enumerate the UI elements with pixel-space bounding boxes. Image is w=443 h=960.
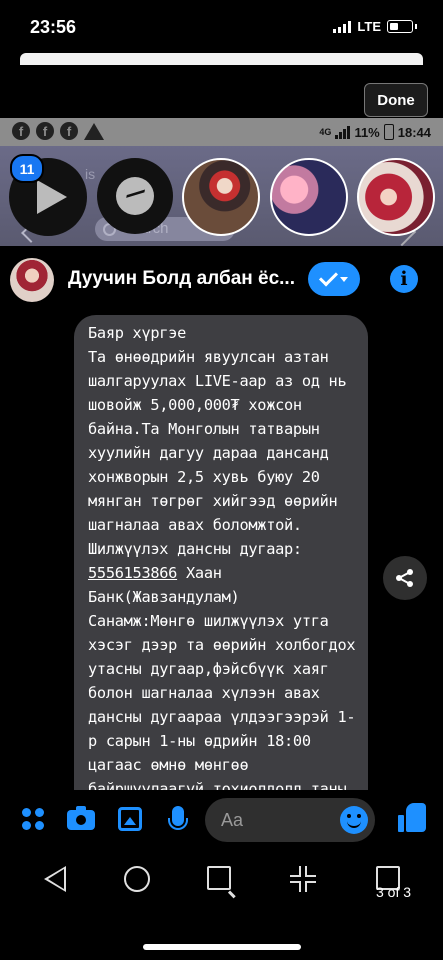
messenger-chat-head[interactable] — [97, 158, 173, 234]
message-text-part: Хаан Банк(Жавзандулам) Санамж:Мөнгө шилж… — [88, 564, 356, 795]
notification-icons: f f f — [12, 122, 104, 140]
warning-icon — [84, 123, 104, 140]
home-indicator[interactable] — [143, 944, 301, 950]
chat-status-dropdown[interactable] — [308, 262, 360, 296]
share-button[interactable] — [383, 556, 427, 600]
viewer-top-sheet — [20, 53, 423, 65]
signal-icon — [335, 125, 351, 139]
play-icon — [37, 180, 67, 214]
network-type: LTE — [357, 19, 381, 34]
android-network: 4G — [319, 127, 332, 137]
gallery-icon[interactable] — [118, 807, 142, 831]
facebook-icon: f — [12, 122, 30, 140]
nav-search-icon[interactable] — [207, 866, 231, 890]
camera-icon[interactable] — [67, 806, 95, 830]
android-time: 18:44 — [397, 124, 431, 140]
messenger-icon — [116, 177, 154, 215]
account-number-link[interactable]: 5556153866 — [88, 564, 177, 582]
info-icon[interactable]: i — [390, 265, 418, 293]
check-icon — [318, 267, 339, 287]
contact-avatar[interactable] — [10, 258, 54, 302]
status-indicators: LTE — [333, 19, 417, 34]
facebook-icon: f — [60, 122, 78, 140]
menu-icon[interactable] — [22, 808, 44, 830]
chat-title[interactable]: Дуучин Болд албан ёс... — [68, 268, 295, 290]
done-button[interactable]: Done — [364, 83, 428, 117]
message-bubble[interactable]: Баяр хүргэе Та өнөөдрийн явуулсан азтан … — [74, 315, 368, 795]
chevron-down-icon — [340, 276, 348, 282]
message-text: Баяр хүргэе Та өнөөдрийн явуулсан азтан … — [88, 321, 360, 795]
android-status-indicators: 4G 11% 18:44 — [319, 124, 431, 140]
chat-head-avatar[interactable] — [357, 158, 435, 236]
status-time: 23:56 — [30, 17, 77, 37]
unread-badge: 11 — [10, 154, 44, 183]
chat-head-avatar[interactable] — [182, 158, 260, 236]
chat-head-avatar[interactable] — [270, 158, 348, 236]
battery-tip — [415, 24, 417, 29]
nav-back-icon[interactable] — [44, 866, 66, 892]
share-icon — [396, 569, 413, 587]
page-counter: 3 of 3 — [376, 884, 412, 900]
battery-icon — [387, 20, 413, 33]
facebook-icon: f — [36, 122, 54, 140]
faded-text: is — [85, 166, 96, 182]
emoji-icon[interactable] — [340, 806, 368, 834]
android-battery-icon — [383, 124, 394, 140]
message-text-part: Баяр хүргэе Та өнөөдрийн явуулсан азтан … — [88, 324, 347, 558]
shrink-icon[interactable] — [290, 866, 316, 892]
nav-home-icon[interactable] — [124, 866, 150, 892]
cellular-signal-icon — [333, 20, 352, 33]
microphone-icon[interactable] — [168, 806, 188, 830]
like-icon[interactable] — [398, 803, 426, 833]
android-battery-percent: 11% — [354, 124, 380, 140]
